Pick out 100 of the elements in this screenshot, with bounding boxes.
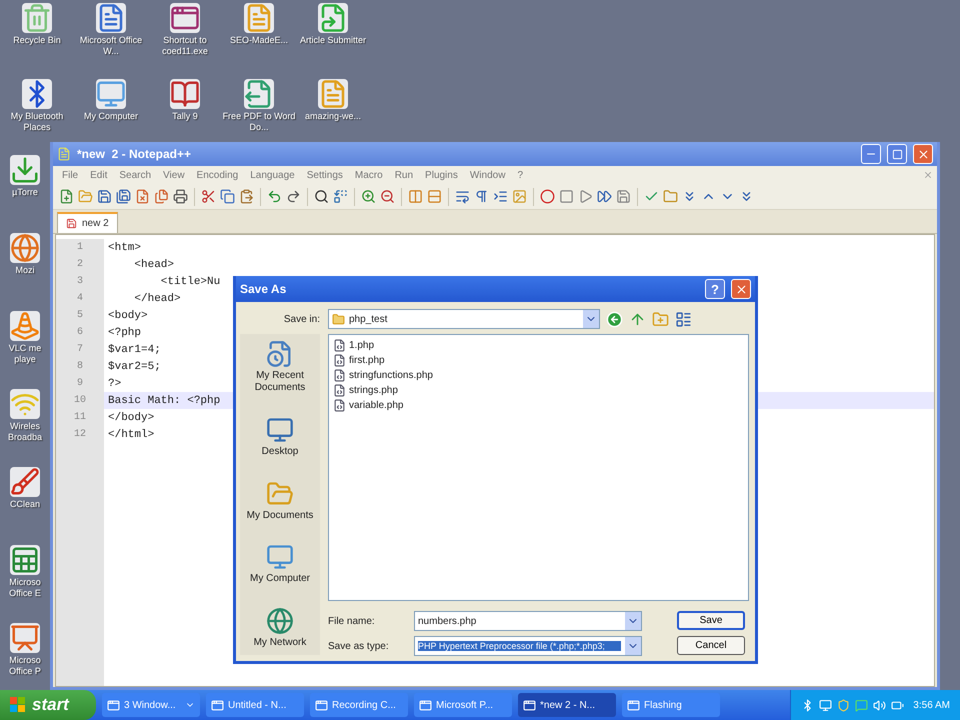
menu-item[interactable]: Language [245, 170, 300, 180]
cancel-button[interactable]: Cancel [677, 636, 745, 655]
file-name[interactable]: stringfunctions.php [349, 370, 433, 381]
help-button[interactable]: ? [705, 279, 725, 299]
columns-icon[interactable] [408, 189, 423, 204]
battery-icon[interactable] [891, 698, 904, 712]
speaker-icon[interactable] [873, 698, 886, 712]
replace-icon[interactable] [333, 189, 348, 204]
app-window-icon [170, 3, 200, 33]
folder-icon[interactable] [663, 189, 678, 204]
fast-forward-icon[interactable] [597, 189, 612, 204]
place-label[interactable]: My Recent Documents [240, 370, 320, 394]
zoom-in-icon[interactable] [361, 189, 376, 204]
computer-icon[interactable] [266, 543, 294, 572]
save-button[interactable]: Save [677, 611, 745, 630]
menu-item[interactable]: Run [390, 170, 418, 180]
desktop-icon-label[interactable]: µTorre [12, 187, 38, 198]
menu-item[interactable]: Plugins [420, 170, 463, 180]
file-name[interactable]: strings.php [349, 385, 398, 396]
taskbar-button[interactable]: Untitled - N... [206, 693, 304, 717]
new-folder-icon[interactable] [652, 310, 669, 328]
file-name[interactable]: 1.php [349, 340, 374, 351]
save-icon [66, 218, 77, 229]
menu-item[interactable]: Settings [302, 170, 348, 180]
document-tab[interactable]: new 2 [57, 212, 118, 233]
taskbar-button[interactable]: 3 Window... [102, 693, 200, 717]
place-label[interactable]: My Documents [246, 510, 314, 522]
monitor-icon[interactable] [266, 416, 294, 444]
stop-icon[interactable] [559, 189, 574, 204]
maximize-button[interactable] [887, 144, 907, 164]
shield-icon[interactable] [837, 698, 850, 712]
save-in-dropdown[interactable]: php_test [328, 309, 600, 329]
menu-item[interactable]: Macro [350, 170, 388, 180]
desktop-icon-label[interactable]: Wireles Broadba [0, 421, 50, 443]
zoom-out-icon[interactable] [380, 189, 395, 204]
desktop-icon-label[interactable]: My Bluetooth Places [0, 111, 74, 133]
menu-item[interactable]: File [57, 170, 84, 180]
desktop-icon-label[interactable]: Microso Office E [0, 577, 50, 599]
view-menu-icon[interactable] [675, 310, 692, 328]
save-icon[interactable] [97, 189, 112, 204]
paste-icon[interactable] [239, 189, 254, 204]
rows-icon[interactable] [427, 189, 442, 204]
menu-item[interactable]: Search [114, 170, 156, 180]
files-icon[interactable] [154, 189, 169, 204]
desktop-icon-label[interactable]: Microsoft Office W... [74, 35, 148, 57]
new-file-icon[interactable] [59, 189, 74, 204]
save-all-icon[interactable] [116, 189, 131, 204]
wrap-text-icon[interactable] [455, 189, 470, 204]
menu-item[interactable]: Encoding [192, 170, 244, 180]
file-name[interactable]: variable.php [349, 400, 404, 411]
play-icon[interactable] [578, 189, 593, 204]
taskbar-button[interactable]: Microsoft P... [414, 693, 512, 717]
desktop-icon-label[interactable]: CClean [10, 499, 40, 510]
file-name-field[interactable]: numbers.php [414, 611, 642, 631]
file-icon [333, 369, 346, 382]
clock: 3:56 AM [913, 700, 950, 710]
code-line: <body> [108, 310, 148, 322]
printer-icon[interactable] [173, 189, 188, 204]
place-label[interactable]: My Computer [250, 573, 310, 586]
undo-icon[interactable] [267, 189, 282, 204]
cut-icon[interactable] [201, 189, 216, 204]
pilcrow-icon[interactable] [474, 189, 489, 204]
desktop-icon-label[interactable]: Free PDF to Word Do... [222, 111, 296, 133]
monitor-icon[interactable] [819, 698, 832, 712]
redo-icon[interactable] [286, 189, 301, 204]
close-file-icon[interactable] [135, 189, 150, 204]
copy-icon[interactable] [220, 189, 235, 204]
record-icon[interactable] [540, 189, 555, 204]
close-button[interactable] [731, 279, 751, 299]
chat-icon[interactable] [855, 698, 868, 712]
place-label[interactable]: Desktop [262, 446, 298, 458]
save-icon[interactable] [616, 189, 631, 204]
menu-item[interactable]: ? [512, 170, 528, 180]
desktop-icon-label[interactable]: Recycle Bin [13, 35, 61, 46]
back-icon[interactable] [606, 310, 623, 328]
minimize-button[interactable] [861, 144, 881, 164]
taskbar-button[interactable]: *new 2 - N... [518, 693, 616, 717]
desktop-icon-label[interactable]: Shortcut to coed11.exe [148, 35, 222, 57]
indent-icon[interactable] [493, 189, 508, 204]
taskbar-button[interactable]: Recording C... [310, 693, 408, 717]
menu-item[interactable]: Window [464, 170, 510, 180]
desktop-icon-label[interactable]: amazing-we... [304, 111, 362, 122]
globe-icon[interactable] [266, 607, 294, 635]
menu-item[interactable]: Edit [85, 170, 112, 180]
desktop-icon-label[interactable]: VLC me playe [0, 343, 50, 365]
desktop-icon-label[interactable]: Tally 9 [172, 111, 198, 122]
file-type-dropdown[interactable]: PHP Hypertext Preprocessor file (*.php;*.php3; [414, 636, 642, 656]
close-button[interactable] [913, 144, 933, 164]
menu-item[interactable]: View [158, 170, 190, 180]
desktop-icon-label[interactable]: Microso Office P [0, 655, 50, 677]
desktop-icon-label[interactable]: Mozi [15, 265, 34, 276]
file-name[interactable]: first.php [349, 355, 385, 366]
desktop-icon-label[interactable]: My Computer [84, 111, 138, 122]
place-label[interactable]: My Network [254, 637, 306, 649]
search-icon[interactable] [314, 189, 329, 204]
start-button[interactable]: start [0, 690, 96, 720]
taskbar-button[interactable]: Flashing [622, 693, 720, 717]
desktop-icon-label[interactable]: Article Submitter [300, 35, 366, 46]
close-icon[interactable] [923, 170, 933, 180]
desktop-icon-label[interactable]: SEO-MadeE... [230, 35, 288, 46]
